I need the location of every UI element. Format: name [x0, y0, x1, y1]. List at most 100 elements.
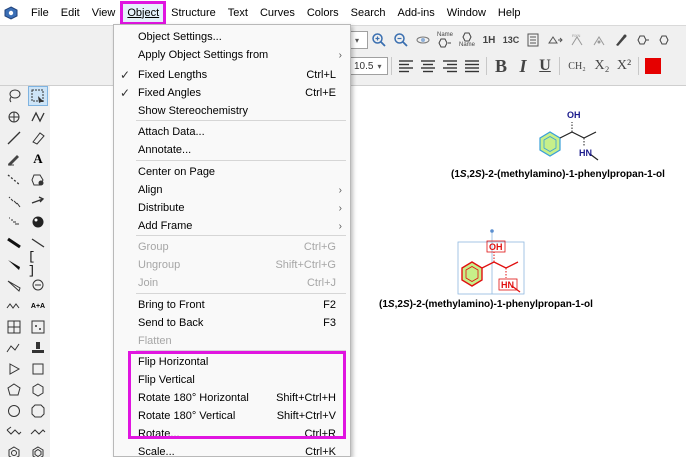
- rxn-icon[interactable]: RXN: [566, 29, 588, 51]
- menu-item-annotate[interactable]: Annotate...: [114, 140, 350, 160]
- menu-item-distribute[interactable]: Distribute ›: [114, 198, 350, 218]
- cyclopentadiene-icon[interactable]: [28, 443, 48, 457]
- superscript-button[interactable]: X²: [613, 55, 635, 77]
- menu-item-fixed-lengths[interactable]: ✓ Fixed Lengths Ctrl+L: [114, 65, 350, 85]
- pentagon-icon[interactable]: [4, 380, 24, 400]
- text-tool-icon[interactable]: A: [28, 149, 48, 169]
- pen-tool-icon[interactable]: [4, 149, 24, 169]
- molecule-structure-selected[interactable]: OH HN: [450, 226, 560, 298]
- menu-item-apply-object-settings-from[interactable]: Apply Object Settings from ›: [114, 45, 350, 65]
- menu-window[interactable]: Window: [441, 2, 492, 24]
- dashed-bond-icon[interactable]: [4, 170, 24, 190]
- lasso-icon[interactable]: [4, 86, 24, 106]
- menu-item-send-to-back[interactable]: Send to Back F3: [114, 313, 350, 333]
- 3d-rotate-icon[interactable]: [412, 29, 434, 51]
- zoom-out-icon[interactable]: [390, 29, 412, 51]
- menu-add-ins[interactable]: Add-ins: [391, 2, 440, 24]
- menu-item-bring-to-front[interactable]: Bring to Front F2: [114, 295, 350, 315]
- menu-text[interactable]: Text: [222, 2, 254, 24]
- molecule-caption-top[interactable]: (1S,2S)-2-(methylamino)-1-phenylpropan-1…: [451, 169, 665, 180]
- octagon-icon[interactable]: [28, 401, 48, 421]
- h-nmr-icon[interactable]: 1H: [478, 29, 500, 51]
- eraser-chain-icon[interactable]: [28, 107, 48, 127]
- tlc-plate-icon[interactable]: [28, 317, 48, 337]
- italic-button[interactable]: I: [512, 55, 534, 77]
- single-bond-icon[interactable]: [4, 128, 24, 148]
- color-button[interactable]: [642, 55, 664, 77]
- palette-row: [4, 380, 48, 400]
- menu-edit[interactable]: Edit: [55, 2, 86, 24]
- arrow-tool-icon[interactable]: [28, 191, 48, 211]
- template-tool-icon[interactable]: [28, 170, 48, 190]
- menu-search[interactable]: Search: [345, 2, 392, 24]
- pen-icon[interactable]: [610, 29, 632, 51]
- menu-item-add-frame[interactable]: Add Frame ›: [114, 216, 350, 236]
- orbital-icon[interactable]: [28, 212, 48, 232]
- palette-row: [4, 422, 48, 442]
- square-icon[interactable]: [28, 359, 48, 379]
- c-nmr-icon[interactable]: 13C: [500, 29, 522, 51]
- cyclohexane-chair-icon[interactable]: [4, 422, 24, 442]
- reaction-icon[interactable]: [544, 29, 566, 51]
- hexagon-icon[interactable]: [28, 380, 48, 400]
- underline-button[interactable]: U: [534, 55, 556, 77]
- menu-item-fixed-angles[interactable]: ✓ Fixed Angles Ctrl+E: [114, 83, 350, 103]
- menu-item-object-settings[interactable]: Object Settings...: [114, 27, 350, 47]
- menu-help[interactable]: Help: [492, 2, 527, 24]
- wave-icon[interactable]: [28, 422, 48, 442]
- align-left-icon[interactable]: [395, 55, 417, 77]
- bold-button[interactable]: B: [490, 55, 512, 77]
- align-center-icon[interactable]: [417, 55, 439, 77]
- menu-structure[interactable]: Structure: [165, 2, 222, 24]
- zoom-in-icon[interactable]: [368, 29, 390, 51]
- molecule-structure-top[interactable]: OH HN: [528, 104, 638, 166]
- molecule-caption-selected[interactable]: (1S,2S)-2-(methylamino)-1-phenylpropan-1…: [379, 299, 593, 310]
- calculator-icon[interactable]: [522, 29, 544, 51]
- table-tool-icon[interactable]: [4, 317, 24, 337]
- checkmark-icon: ✓: [119, 86, 131, 100]
- stamp-icon[interactable]: [28, 338, 48, 358]
- struct-to-name-icon[interactable]: Name: [434, 29, 456, 51]
- menu-object[interactable]: Object: [120, 0, 167, 25]
- align-right-icon[interactable]: [439, 55, 461, 77]
- menu-curves[interactable]: Curves: [254, 2, 301, 24]
- template-icon-2[interactable]: [654, 29, 676, 51]
- menu-item-attach-data[interactable]: Attach Data...: [114, 122, 350, 142]
- menu-view[interactable]: View: [86, 2, 122, 24]
- font-size-select[interactable]: 10.5 ▾: [350, 57, 388, 75]
- menu-file[interactable]: File: [25, 2, 55, 24]
- hollow-wedge-icon[interactable]: [4, 275, 24, 295]
- wedge-bond-icon[interactable]: [4, 254, 24, 274]
- structure-perspective-icon[interactable]: [4, 107, 24, 127]
- hashed-bond-icon[interactable]: [4, 191, 24, 211]
- justify-icon[interactable]: [461, 55, 483, 77]
- heptagon-icon[interactable]: [4, 401, 24, 421]
- hashed-wedge-icon[interactable]: [4, 212, 24, 232]
- menu-item-label: Center on Page: [138, 166, 216, 178]
- bracket-icon[interactable]: [ ]: [28, 250, 48, 278]
- menu-help-label: Help: [497, 6, 521, 19]
- formula-button[interactable]: CH₂: [563, 55, 591, 77]
- multi-bond-icon[interactable]: [4, 338, 24, 358]
- bold-bond-icon[interactable]: [4, 233, 24, 253]
- menu-item-label: Apply Object Settings from: [138, 49, 269, 61]
- toolbar-dropdown[interactable]: ▾: [350, 31, 368, 49]
- menu-item-label: Scale...: [138, 446, 175, 457]
- mechanism-icon[interactable]: [588, 29, 610, 51]
- benzene-icon[interactable]: [4, 443, 24, 457]
- eraser-icon[interactable]: [28, 128, 48, 148]
- subscript-button[interactable]: X₂: [591, 55, 613, 77]
- name-to-struct-icon[interactable]: Name: [456, 29, 478, 51]
- menu-item-center-on-page[interactable]: Center on Page: [114, 162, 350, 182]
- charge-icon[interactable]: [28, 275, 48, 295]
- marquee-select-icon[interactable]: [28, 86, 48, 106]
- menu-item-align[interactable]: Align ›: [114, 180, 350, 200]
- menu-item-show-stereochemistry[interactable]: Show Stereochemistry: [114, 101, 350, 121]
- play-icon[interactable]: [4, 359, 24, 379]
- menu-item-scale[interactable]: Scale... Ctrl+K: [114, 442, 350, 457]
- menu-colors[interactable]: Colors: [301, 2, 345, 24]
- template-icon[interactable]: [632, 29, 654, 51]
- app-logo-icon[interactable]: [3, 5, 19, 21]
- chain-tool-icon[interactable]: [4, 296, 24, 316]
- atom-map-icon[interactable]: A+A: [28, 296, 48, 316]
